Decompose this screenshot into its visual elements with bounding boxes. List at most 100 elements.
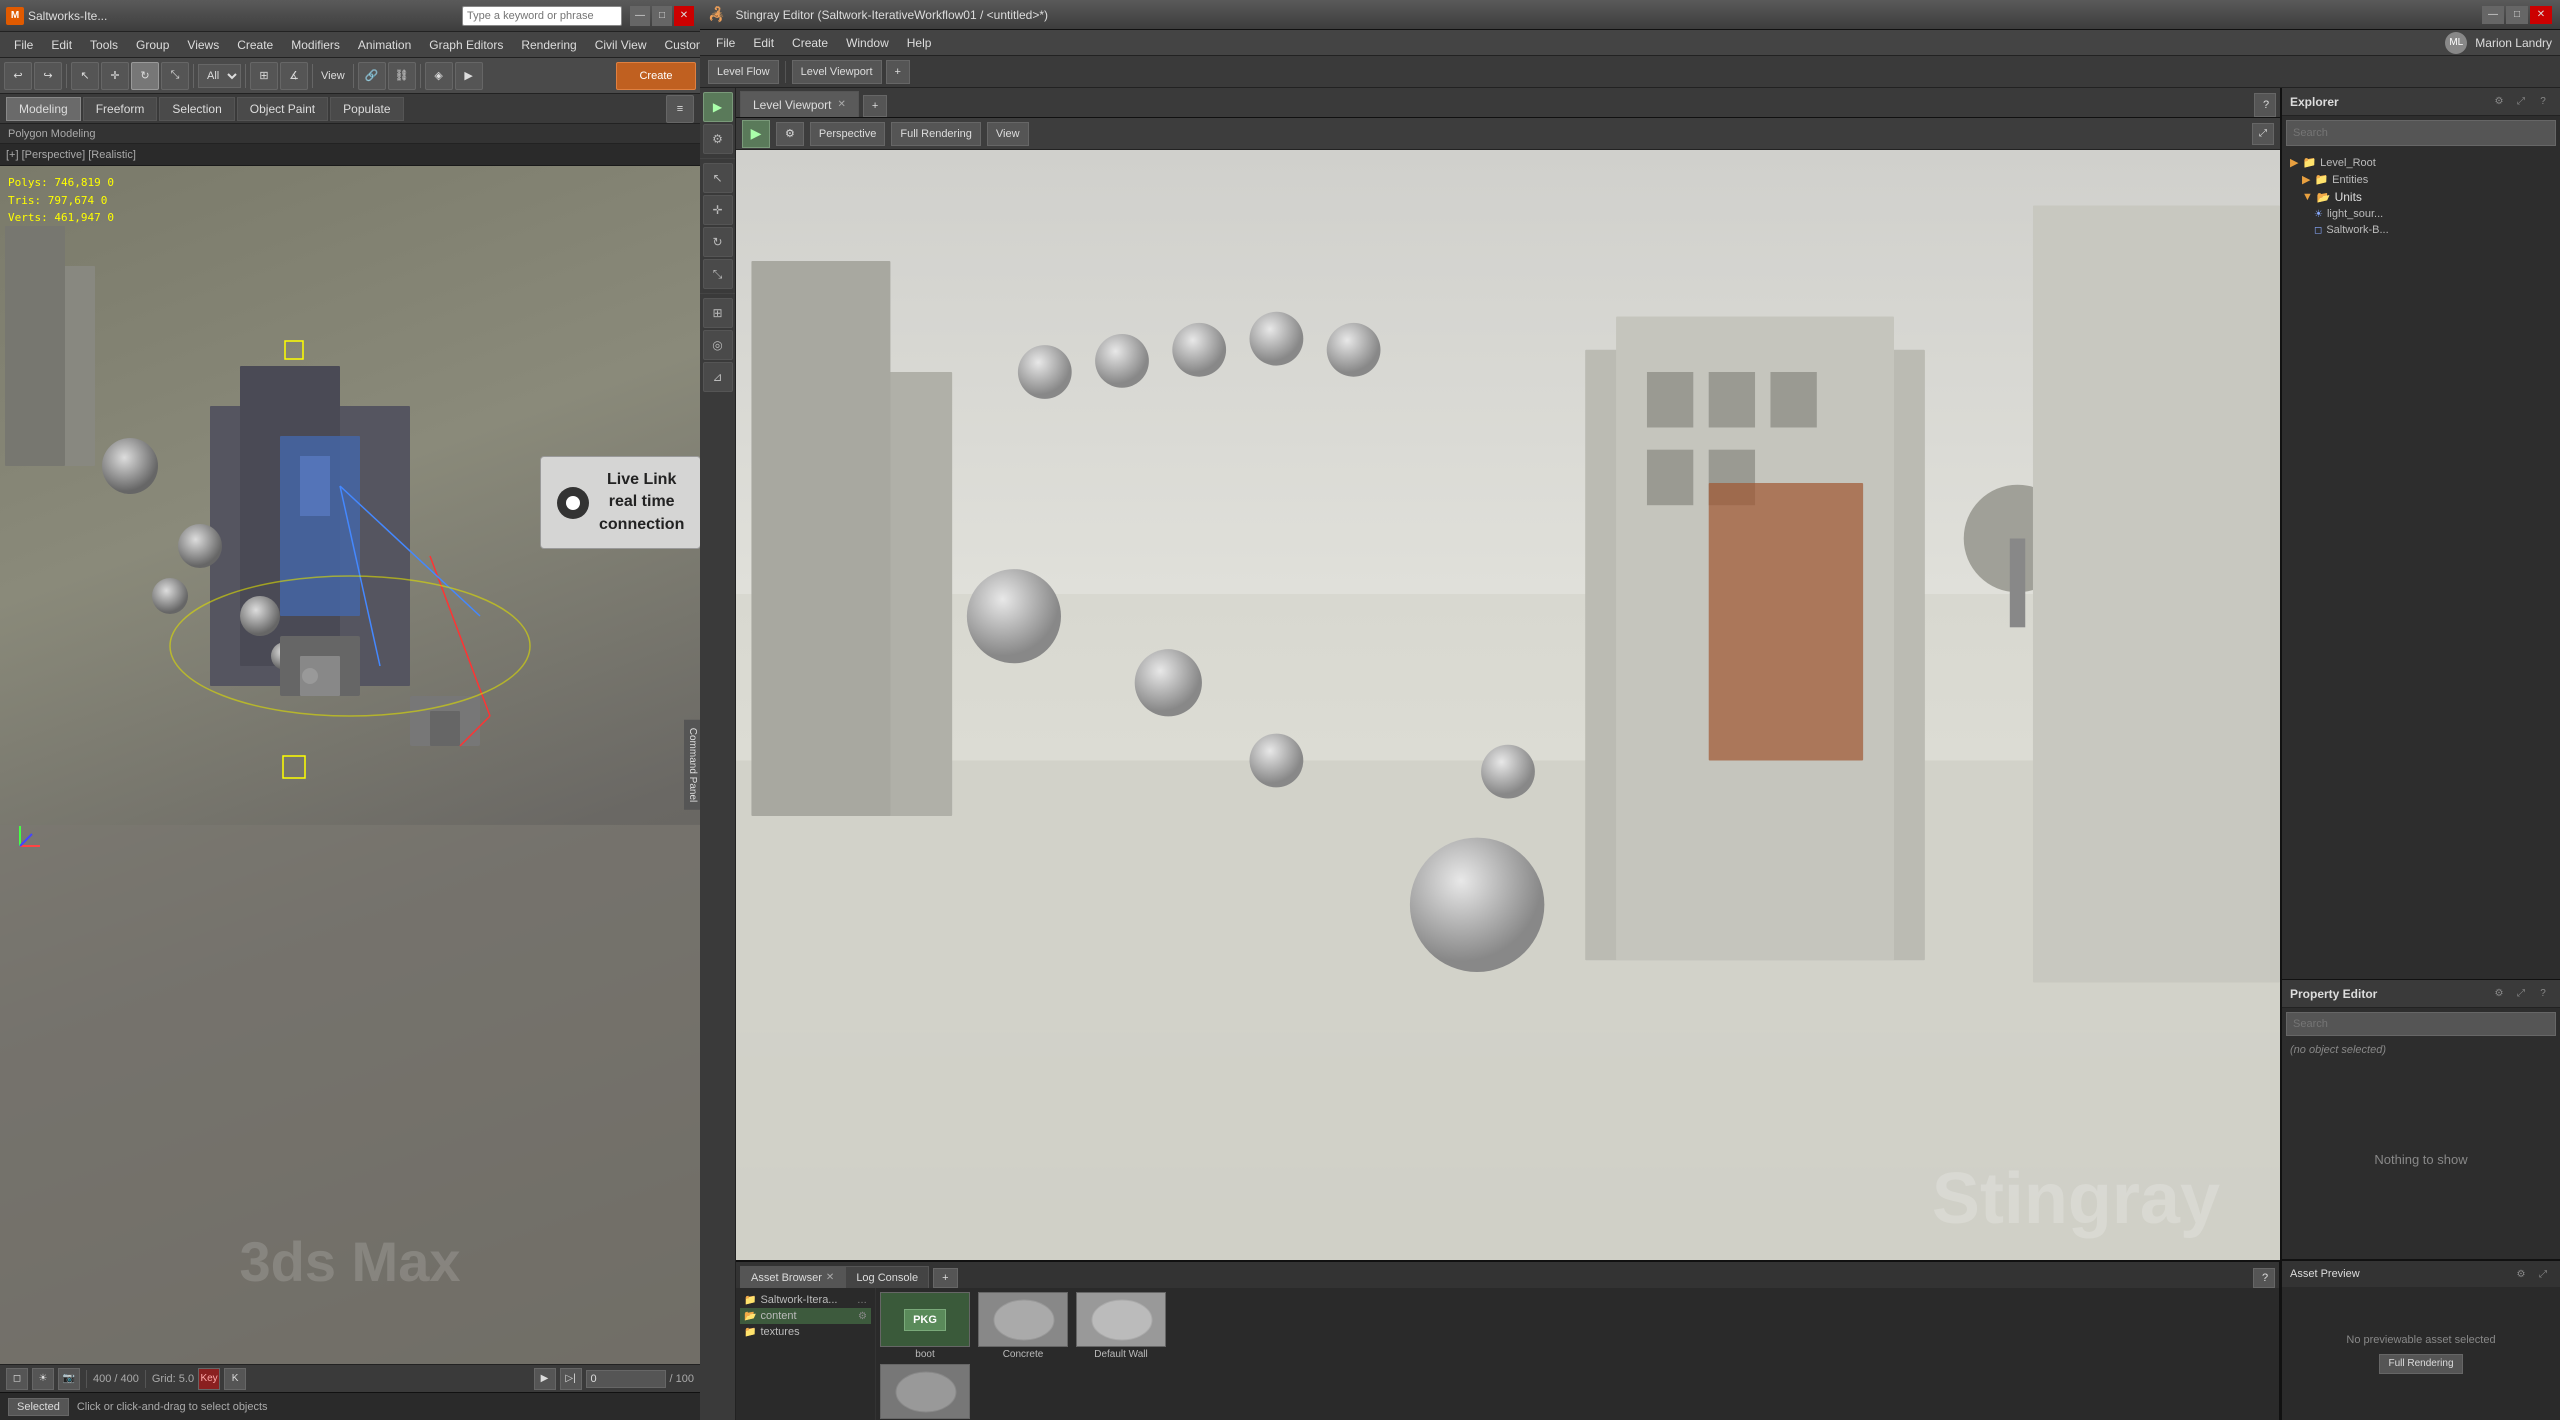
scale-icon-btn[interactable]: ⤡ (703, 259, 733, 289)
more-options-button[interactable]: ≡ (666, 95, 694, 123)
settings-vp-btn[interactable]: ⚙ (776, 122, 804, 146)
stingray-minimize-button[interactable]: — (2482, 6, 2504, 24)
maximize-button[interactable]: □ (652, 6, 672, 26)
explorer-expand-btn[interactable]: ⤢ (2512, 93, 2530, 111)
content-action-btn[interactable]: ⚙ (858, 1311, 867, 1322)
autokey-btn[interactable]: Key (198, 1368, 220, 1390)
new-panel-tab-btn[interactable]: + (933, 1268, 957, 1288)
sr-menu-help[interactable]: Help (899, 34, 940, 52)
lights-btn[interactable]: ☀ (32, 1368, 54, 1390)
undo-button[interactable]: ↩ (4, 62, 32, 90)
close-button[interactable]: ✕ (674, 6, 694, 26)
scale-button[interactable]: ⤡ (161, 62, 189, 90)
view-btn[interactable]: View (987, 122, 1029, 146)
mode-tab-modeling[interactable]: Modeling (6, 97, 81, 121)
sr-menu-file[interactable]: File (708, 34, 743, 52)
property-settings-btn[interactable]: ⚙ (2490, 985, 2508, 1003)
unlink-button[interactable]: ⛓ (388, 62, 416, 90)
sr-menu-window[interactable]: Window (838, 34, 897, 52)
level-flow-btn[interactable]: Level Flow (708, 60, 779, 84)
explorer-search-input[interactable] (2286, 120, 2556, 146)
explorer-units[interactable]: ▼ 📂 Units (2286, 188, 2556, 206)
select-icon-btn[interactable]: ↖ (703, 163, 733, 193)
expand-viewport-btn[interactable]: ⤢ (2252, 123, 2274, 145)
redo-button[interactable]: ↪ (34, 62, 62, 90)
property-expand-btn[interactable]: ⤢ (2512, 985, 2530, 1003)
3dsmax-viewport[interactable]: Polys: 746,819 0 Tris: 797,674 0 Verts: … (0, 166, 700, 1364)
concrete-item[interactable]: Concrete (978, 1292, 1068, 1360)
browse-btn[interactable]: … (857, 1295, 867, 1306)
mode-tab-freeform[interactable]: Freeform (83, 97, 158, 121)
move-icon-btn[interactable]: ✛ (703, 195, 733, 225)
log-console-tab[interactable]: Log Console (845, 1266, 929, 1288)
select-button[interactable]: ↖ (71, 62, 99, 90)
set-key-btn[interactable]: K (224, 1368, 246, 1390)
transform-icon-btn[interactable]: ⊿ (703, 362, 733, 392)
menu-animation[interactable]: Animation (350, 36, 419, 54)
full-rendering-btn[interactable]: Full Rendering (891, 122, 981, 146)
create-button[interactable]: Create (616, 62, 696, 90)
link-button[interactable]: 🔗 (358, 62, 386, 90)
sr-menu-create[interactable]: Create (784, 34, 836, 52)
default-wall-item[interactable]: Default Wall (1076, 1292, 1166, 1360)
command-panel-tab[interactable]: Command Panel (684, 720, 700, 810)
stingray-maximize-button[interactable]: □ (2506, 6, 2528, 24)
explorer-settings-btn[interactable]: ⚙ (2490, 93, 2508, 111)
explorer-level-root[interactable]: ▶ 📁 Level_Root (2286, 154, 2556, 171)
new-tab-btn[interactable]: + (863, 95, 887, 117)
explorer-light-source[interactable]: ☀ light_sour... (2286, 206, 2556, 222)
asset-preview-expand-btn[interactable]: ⤢ (2534, 1265, 2552, 1283)
selection-filter-dropdown[interactable]: All (198, 64, 241, 88)
render-button[interactable]: ▶ (455, 62, 483, 90)
asset-preview-settings-btn[interactable]: ⚙ (2512, 1265, 2530, 1283)
property-search-input[interactable] (2286, 1012, 2556, 1036)
settings-icon-btn[interactable]: ⚙ (703, 124, 733, 154)
play-icon-btn[interactable]: ▶ (703, 92, 733, 122)
angle-snap-button[interactable]: ∡ (280, 62, 308, 90)
level-viewport-btn[interactable]: Level Viewport (792, 60, 882, 84)
stingray-3d-viewport[interactable]: Stingray (736, 150, 2280, 1260)
help-btn[interactable]: ? (2254, 93, 2276, 117)
tree-item-textures[interactable]: 📁 textures (740, 1324, 871, 1340)
cameras-btn[interactable]: 📷 (58, 1368, 80, 1390)
add-tab-btn[interactable]: + (886, 60, 910, 84)
stingray-close-button[interactable]: ✕ (2530, 6, 2552, 24)
tree-item-root[interactable]: 📁 Saltwork-Itera... … (740, 1292, 871, 1308)
asset-panel-help-btn[interactable]: ? (2253, 1268, 2275, 1288)
search-input[interactable] (462, 6, 622, 26)
frame-input[interactable] (586, 1370, 666, 1388)
next-frame-btn[interactable]: ▷| (560, 1368, 582, 1390)
menu-modifiers[interactable]: Modifiers (283, 36, 348, 54)
move-button[interactable]: ✛ (101, 62, 129, 90)
property-help-btn[interactable]: ? (2534, 985, 2552, 1003)
mode-tab-selection[interactable]: Selection (159, 97, 234, 121)
tree-item-content[interactable]: 📂 content ⚙ (740, 1308, 871, 1324)
preview-render-btn[interactable]: Full Rendering (2379, 1354, 2462, 1374)
snap-icon-btn[interactable]: ⊞ (703, 298, 733, 328)
sr-menu-edit[interactable]: Edit (745, 34, 782, 52)
create-geometry-btn[interactable]: ◻ (6, 1368, 28, 1390)
rotate-button[interactable]: ↻ (131, 62, 159, 90)
menu-rendering[interactable]: Rendering (513, 36, 584, 54)
asset-browser-tab[interactable]: Asset Browser ✕ (740, 1266, 845, 1288)
menu-tools[interactable]: Tools (82, 36, 126, 54)
explorer-entities[interactable]: ▶ 📁 Entities (2286, 171, 2556, 188)
level-viewport-tab[interactable]: Level Viewport ✕ (740, 91, 859, 117)
menu-group[interactable]: Group (128, 36, 177, 54)
explorer-help-btn[interactable]: ? (2534, 93, 2552, 111)
rotate-icon-btn[interactable]: ↻ (703, 227, 733, 257)
menu-file[interactable]: File (6, 36, 41, 54)
menu-views[interactable]: Views (179, 36, 227, 54)
mode-tab-populate[interactable]: Populate (330, 97, 403, 121)
boot-item[interactable]: boot (880, 1364, 970, 1420)
menu-graph-editors[interactable]: Graph Editors (421, 36, 511, 54)
viewport-play-btn[interactable]: ▶ (742, 120, 770, 148)
level-viewport-tab-close[interactable]: ✕ (838, 99, 846, 110)
pkg-button[interactable]: PKG (904, 1309, 946, 1331)
minimize-button[interactable]: — (630, 6, 650, 26)
perspective-btn[interactable]: Perspective (810, 122, 885, 146)
snap-button[interactable]: ⊞ (250, 62, 278, 90)
menu-create[interactable]: Create (229, 36, 281, 54)
menu-edit[interactable]: Edit (43, 36, 80, 54)
menu-civil-view[interactable]: Civil View (587, 36, 655, 54)
